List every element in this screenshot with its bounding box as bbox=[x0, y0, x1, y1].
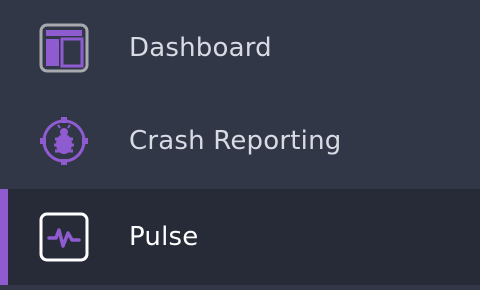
sidebar-item-label: Dashboard bbox=[129, 33, 272, 63]
active-indicator bbox=[0, 189, 8, 285]
bug-icon bbox=[40, 117, 88, 165]
sidebar-item-label: Pulse bbox=[129, 222, 199, 252]
sidebar-item-pulse[interactable]: Pulse bbox=[0, 189, 480, 285]
pulse-icon bbox=[39, 212, 89, 262]
sidebar-divider bbox=[0, 285, 480, 290]
sidebar-item-crash-reporting[interactable]: Crash Reporting bbox=[0, 93, 480, 189]
sidebar-item-label: Crash Reporting bbox=[129, 126, 342, 156]
dashboard-icon bbox=[39, 23, 89, 73]
sidebar-item-dashboard[interactable]: Dashboard bbox=[0, 0, 480, 96]
sidebar-nav: Dashboard Crash Reporting Pulse bbox=[0, 0, 480, 290]
